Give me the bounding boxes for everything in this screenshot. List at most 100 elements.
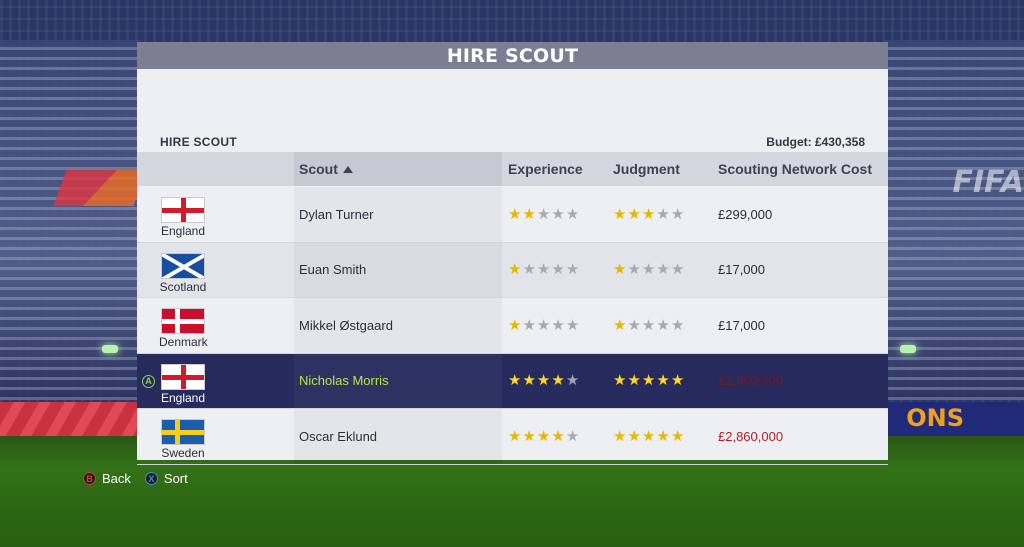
a-button-icon: A: [142, 374, 155, 388]
star-filled-icon: ★: [613, 427, 627, 445]
star-filled-icon: ★: [551, 427, 565, 445]
denmark-flag-icon: [161, 308, 205, 334]
back-button[interactable]: B Back: [83, 471, 131, 486]
sort-button[interactable]: X Sort: [144, 471, 188, 486]
table-header: Scout Experience Judgment Scouting Netwo…: [137, 152, 888, 186]
star-filled-icon: ★: [522, 427, 536, 445]
star-empty-icon: ★: [656, 205, 670, 223]
star-empty-icon: ★: [551, 205, 565, 223]
star-empty-icon: ★: [565, 316, 580, 334]
star-empty-icon: ★: [536, 316, 551, 334]
star-empty-icon: ★: [536, 261, 551, 279]
advertising-board-left: [0, 402, 140, 436]
star-filled-icon: ★: [508, 316, 522, 334]
star-filled-icon: ★: [613, 316, 627, 334]
star-filled-icon: ★: [522, 372, 536, 390]
star-filled-icon: ★: [508, 427, 522, 445]
star-filled-icon: ★: [508, 261, 522, 279]
scout-name: Dylan Turner: [299, 206, 374, 222]
star-empty-icon: ★: [641, 261, 656, 279]
back-label: Back: [102, 471, 131, 486]
scout-list: England Dylan Turner ★ ★ ★ ★ ★ ★ ★ ★ ★ ★ £299,000 Sco…: [137, 187, 888, 465]
star-filled-icon: ★: [613, 261, 627, 279]
star-filled-icon: ★: [641, 372, 656, 390]
judgment-rating: ★ ★ ★ ★ ★: [613, 409, 685, 464]
cost-column-header[interactable]: Scouting Network Cost: [718, 152, 872, 186]
nationality: England: [159, 197, 207, 238]
scout-column-header[interactable]: Scout: [294, 152, 502, 186]
x-button-icon: X: [144, 472, 158, 485]
star-empty-icon: ★: [627, 316, 641, 334]
star-filled-icon: ★: [508, 372, 522, 390]
nationality: Scotland: [159, 252, 207, 294]
left-stand: [0, 40, 140, 400]
star-filled-icon: ★: [641, 427, 656, 445]
scout-row[interactable]: Scotland Euan Smith ★ ★ ★ ★ ★ ★ ★ ★ ★ ★ £17,000: [137, 242, 888, 298]
scouting-cost: £17,000: [718, 317, 765, 333]
experience-rating: ★ ★ ★ ★ ★: [508, 298, 580, 353]
experience-column-header[interactable]: Experience: [508, 152, 583, 186]
star-empty-icon: ★: [641, 316, 656, 334]
star-filled-icon: ★: [508, 205, 522, 223]
star-empty-icon: ★: [656, 316, 670, 334]
star-filled-icon: ★: [627, 427, 641, 445]
scout-name: Oscar Eklund: [299, 428, 378, 444]
scout-name: Mikkel Østgaard: [299, 317, 393, 333]
scout-column-label: Scout: [299, 161, 338, 177]
subheader-bar: HIRE SCOUT Budget: £430,358: [137, 134, 888, 150]
star-empty-icon: ★: [551, 316, 565, 334]
star-empty-icon: ★: [670, 205, 685, 223]
scout-row[interactable]: A England Nicholas Morris ★ ★ ★ ★ ★ ★ ★ ★ ★ ★ £2,860,…: [137, 353, 888, 409]
scout-row[interactable]: England Dylan Turner ★ ★ ★ ★ ★ ★ ★ ★ ★ ★ £299,000: [137, 187, 888, 243]
star-filled-icon: ★: [627, 372, 641, 390]
experience-rating: ★ ★ ★ ★ ★: [508, 187, 580, 242]
judgment-rating: ★ ★ ★ ★ ★: [613, 354, 685, 409]
star-empty-icon: ★: [565, 261, 580, 279]
scouting-cost: £299,000: [718, 206, 773, 222]
star-filled-icon: ★: [551, 372, 565, 390]
scout-row[interactable]: Denmark Mikkel Østgaard ★ ★ ★ ★ ★ ★ ★ ★ ★ ★ £17,000: [137, 298, 888, 354]
b-button-icon: B: [83, 472, 96, 485]
country-label: Sweden: [161, 446, 205, 460]
panel-title: HIRE SCOUT: [137, 42, 888, 69]
star-filled-icon: ★: [670, 372, 685, 390]
tunnel-light: [102, 345, 118, 353]
nationality: Denmark: [159, 308, 208, 349]
scout-name: Nicholas Morris: [299, 373, 389, 389]
star-empty-icon: ★: [565, 372, 580, 390]
board-text: ONS: [906, 404, 964, 432]
sort-label: Sort: [163, 471, 188, 486]
star-filled-icon: ★: [627, 205, 641, 223]
judgment-column-header[interactable]: Judgment: [613, 152, 680, 186]
experience-rating: ★ ★ ★ ★ ★: [508, 243, 580, 298]
scotland-flag-icon: [161, 252, 205, 279]
sort-ascending-icon: [342, 165, 353, 173]
sweden-flag-icon: [161, 419, 205, 445]
star-empty-icon: ★: [565, 427, 580, 445]
budget-label: Budget: £430,358: [766, 135, 865, 149]
star-empty-icon: ★: [656, 261, 670, 279]
scout-row[interactable]: Sweden Oscar Eklund ★ ★ ★ ★ ★ ★ ★ ★ ★ ★ £2,860,000: [137, 409, 888, 465]
nationality-column-header: [137, 152, 294, 186]
england-flag-icon: [161, 363, 205, 390]
star-filled-icon: ★: [670, 427, 685, 445]
scouting-cost: £17,000: [718, 262, 765, 278]
judgment-rating: ★ ★ ★ ★ ★: [613, 187, 685, 242]
star-filled-icon: ★: [656, 427, 670, 445]
footer-controls: B Back X Sort: [83, 471, 188, 486]
experience-rating: ★ ★ ★ ★ ★: [508, 354, 580, 409]
star-empty-icon: ★: [670, 261, 685, 279]
scouting-cost: £2,860,000: [718, 373, 784, 389]
star-filled-icon: ★: [522, 205, 536, 223]
star-filled-icon: ★: [641, 205, 656, 223]
star-filled-icon: ★: [536, 372, 551, 390]
judgment-rating: ★ ★ ★ ★ ★: [613, 243, 685, 298]
scouting-cost: £2,860,000: [718, 428, 784, 444]
hire-scout-panel: HIRE SCOUT HIRE SCOUT Budget: £430,358 S…: [137, 42, 888, 465]
star-filled-icon: ★: [613, 205, 627, 223]
country-label: Denmark: [159, 335, 208, 349]
red-banner: [53, 170, 147, 206]
star-empty-icon: ★: [551, 261, 565, 279]
country-label: England: [160, 224, 206, 238]
country-label: England: [160, 390, 206, 405]
